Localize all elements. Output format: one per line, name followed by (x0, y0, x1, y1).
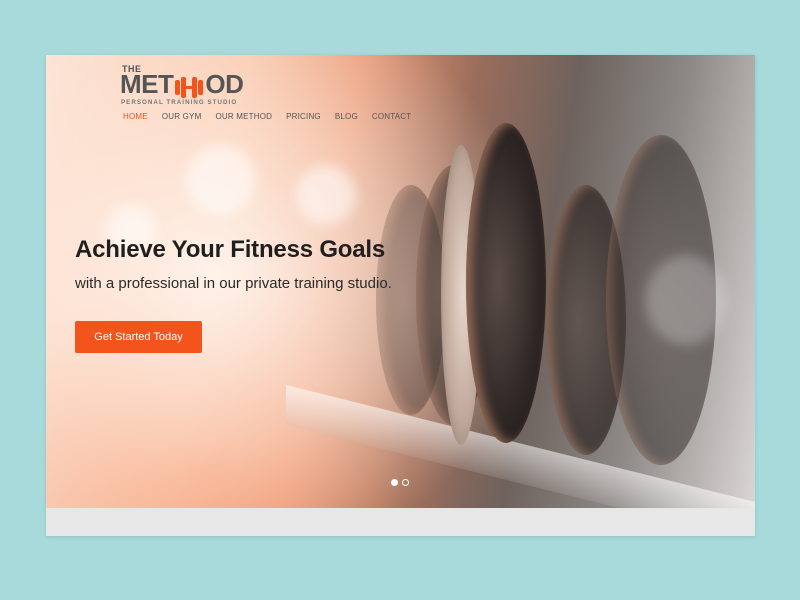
nav-home[interactable]: HOME (123, 112, 148, 121)
bokeh-light (186, 145, 256, 215)
nav-pricing[interactable]: PRICING (286, 112, 321, 121)
nav-contact[interactable]: CONTACT (372, 112, 411, 121)
main-navigation: HOME OUR GYM OUR METHOD PRICING BLOG CON… (123, 112, 425, 121)
logo-wordmark: MET OD (120, 69, 244, 99)
footer-bar (46, 508, 755, 536)
nav-our-gym[interactable]: OUR GYM (162, 112, 202, 121)
nav-blog[interactable]: BLOG (335, 112, 358, 121)
site-logo[interactable]: THE MET OD PERSONAL TRAINING STUDIO (120, 64, 250, 106)
slider-pagination (391, 479, 409, 486)
slide-dot-2[interactable] (402, 479, 409, 486)
bokeh-light (296, 165, 356, 225)
weight-plate (466, 123, 546, 443)
hero-headline: Achieve Your Fitness Goals (75, 236, 386, 263)
logo-word-left: MET (120, 69, 174, 99)
hero-banner: THE MET OD PERSONAL TRAINING STUDIO HOME… (46, 55, 755, 508)
slide-dot-1[interactable] (391, 479, 398, 486)
bokeh-light (646, 255, 726, 345)
get-started-button[interactable]: Get Started Today (75, 321, 202, 353)
browser-page: THE MET OD PERSONAL TRAINING STUDIO HOME… (46, 55, 755, 536)
logo-tagline: PERSONAL TRAINING STUDIO (121, 99, 238, 106)
logo-word-right: OD (205, 69, 244, 99)
dumbbell-icon (174, 76, 204, 98)
nav-our-method[interactable]: OUR METHOD (215, 112, 272, 121)
hero-subheadline: with a professional in our private train… (75, 275, 392, 292)
